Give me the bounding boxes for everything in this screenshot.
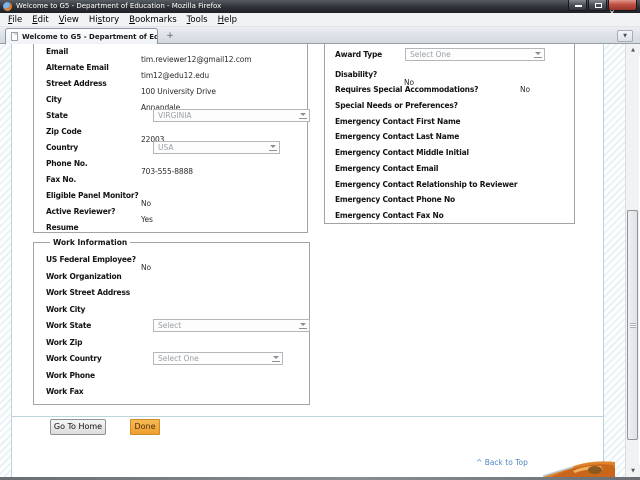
back-to-top-link[interactable]: ^ Back to Top — [476, 458, 528, 467]
maximize-button[interactable] — [588, 0, 607, 11]
menu-edit[interactable]: Edit — [27, 13, 53, 27]
work-information-box: Work Information US Federal Employee?No … — [33, 238, 310, 405]
scrollbar-grip — [630, 323, 636, 328]
field-state: State VIRGINIA — [46, 109, 310, 127]
firefox-icon — [3, 2, 12, 11]
field-ec-last-name: Emergency Contact Last Name — [335, 132, 460, 142]
work-country-select[interactable]: Select One — [153, 352, 283, 365]
menu-bar: File Edit View History Bookmarks Tools H… — [0, 13, 640, 27]
field-work-country: Work Country Select One — [46, 352, 309, 371]
caret-up-icon: ^ — [476, 458, 483, 467]
window-title: Welcome to G5 - Department of Education … — [16, 2, 222, 10]
menu-help[interactable]: Help — [213, 13, 242, 27]
minimize-icon — [575, 5, 582, 7]
award-info-box: Award Type Select One Disability?No Requ… — [324, 44, 575, 224]
tab-welcome-g5[interactable]: Welcome to G5 - Department of Edu... — [5, 28, 158, 44]
field-work-phone: Work Phone — [46, 370, 95, 380]
right-content-border — [603, 44, 604, 477]
close-icon: ✕ — [609, 9, 615, 17]
browser-window: Welcome to G5 - Department of Education … — [0, 0, 640, 480]
g5-logo-graphic — [543, 456, 615, 477]
field-work-state: Work State Select — [46, 319, 310, 338]
list-all-tabs-button[interactable]: ▼ — [617, 30, 633, 42]
minimize-button[interactable] — [568, 0, 587, 11]
field-ec-phone: Emergency Contact Phone No — [335, 195, 456, 205]
menu-file[interactable]: File — [3, 13, 27, 27]
field-work-organization: Work Organization — [46, 271, 122, 281]
left-content-border — [11, 44, 12, 477]
page-icon — [11, 32, 18, 41]
field-work-street-address: Work Street Address — [46, 288, 130, 297]
scroll-down-button[interactable]: ▼ — [626, 465, 640, 477]
field-us-federal-employee: US Federal Employee?No — [46, 255, 151, 272]
menu-view[interactable]: View — [54, 13, 84, 27]
field-resume: Resume — [46, 223, 79, 232]
field-ec-middle-initial: Emergency Contact Middle Initial — [335, 148, 469, 158]
work-state-select[interactable]: Select — [153, 319, 310, 332]
contact-info-box: Emailtim.reviewer12@gmail12.com Alternat… — [33, 44, 310, 233]
field-disability: Disability?No — [335, 69, 414, 87]
field-eligible-panel-monitor: Eligible Panel Monitor?No — [46, 191, 151, 208]
work-information-legend: Work Information — [53, 238, 128, 247]
field-work-fax: Work Fax — [46, 387, 84, 396]
page-content: Emailtim.reviewer12@gmail12.com Alternat… — [0, 44, 640, 477]
field-special-needs: Special Needs or Preferences? — [335, 101, 458, 111]
field-fax: Fax No. — [46, 175, 77, 184]
title-bar: Welcome to G5 - Department of Education … — [0, 0, 640, 17]
menu-history[interactable]: History — [84, 13, 124, 27]
tab-bar: Welcome to G5 - Department of Edu... + ▼ — [0, 27, 640, 44]
menu-bookmarks[interactable]: Bookmarks — [124, 13, 182, 27]
country-select[interactable]: USA — [153, 141, 280, 154]
field-ec-email: Emergency Contact Email — [335, 163, 439, 173]
content-divider — [12, 416, 603, 417]
field-ec-relationship: Emergency Contact Relationship to Review… — [335, 179, 518, 189]
field-phone: Phone No.703-555-8888 — [46, 159, 193, 176]
field-special-accommodations: Requires Special Accommodations? No — [335, 85, 530, 95]
scroll-up-button[interactable]: ▲ — [626, 44, 640, 56]
maximize-icon — [595, 3, 602, 8]
window-controls: ✕ — [567, 0, 637, 17]
scrollbar-thumb[interactable] — [627, 210, 638, 440]
right-margin-stripes — [604, 44, 625, 477]
left-margin-stripes — [0, 44, 11, 477]
state-select[interactable]: VIRGINIA — [153, 109, 310, 122]
field-alternate-email: Alternate Emailtim12@edu12.edu — [46, 63, 210, 80]
new-tab-button[interactable]: + — [163, 30, 177, 42]
go-to-home-button[interactable]: Go To Home — [50, 419, 106, 435]
field-ec-first-name: Emergency Contact First Name — [335, 116, 461, 126]
field-active-reviewer: Active Reviewer?Yes — [46, 207, 153, 224]
done-button[interactable]: Done — [130, 419, 160, 435]
field-award-type: Award Type Select One — [335, 48, 574, 66]
field-street-address: Street Address100 University Drive — [46, 79, 216, 96]
vertical-scrollbar[interactable]: ▲ ▼ — [625, 44, 640, 477]
tab-title: Welcome to G5 - Department of Edu... — [22, 32, 158, 41]
menu-tools[interactable]: Tools — [182, 13, 213, 27]
close-button[interactable]: ✕ — [608, 0, 637, 17]
field-country: Country USA — [46, 141, 307, 159]
field-email: Emailtim.reviewer12@gmail12.com — [46, 47, 252, 64]
award-type-select[interactable]: Select One — [405, 48, 545, 61]
field-ec-fax: Emergency Contact Fax No — [335, 210, 444, 220]
